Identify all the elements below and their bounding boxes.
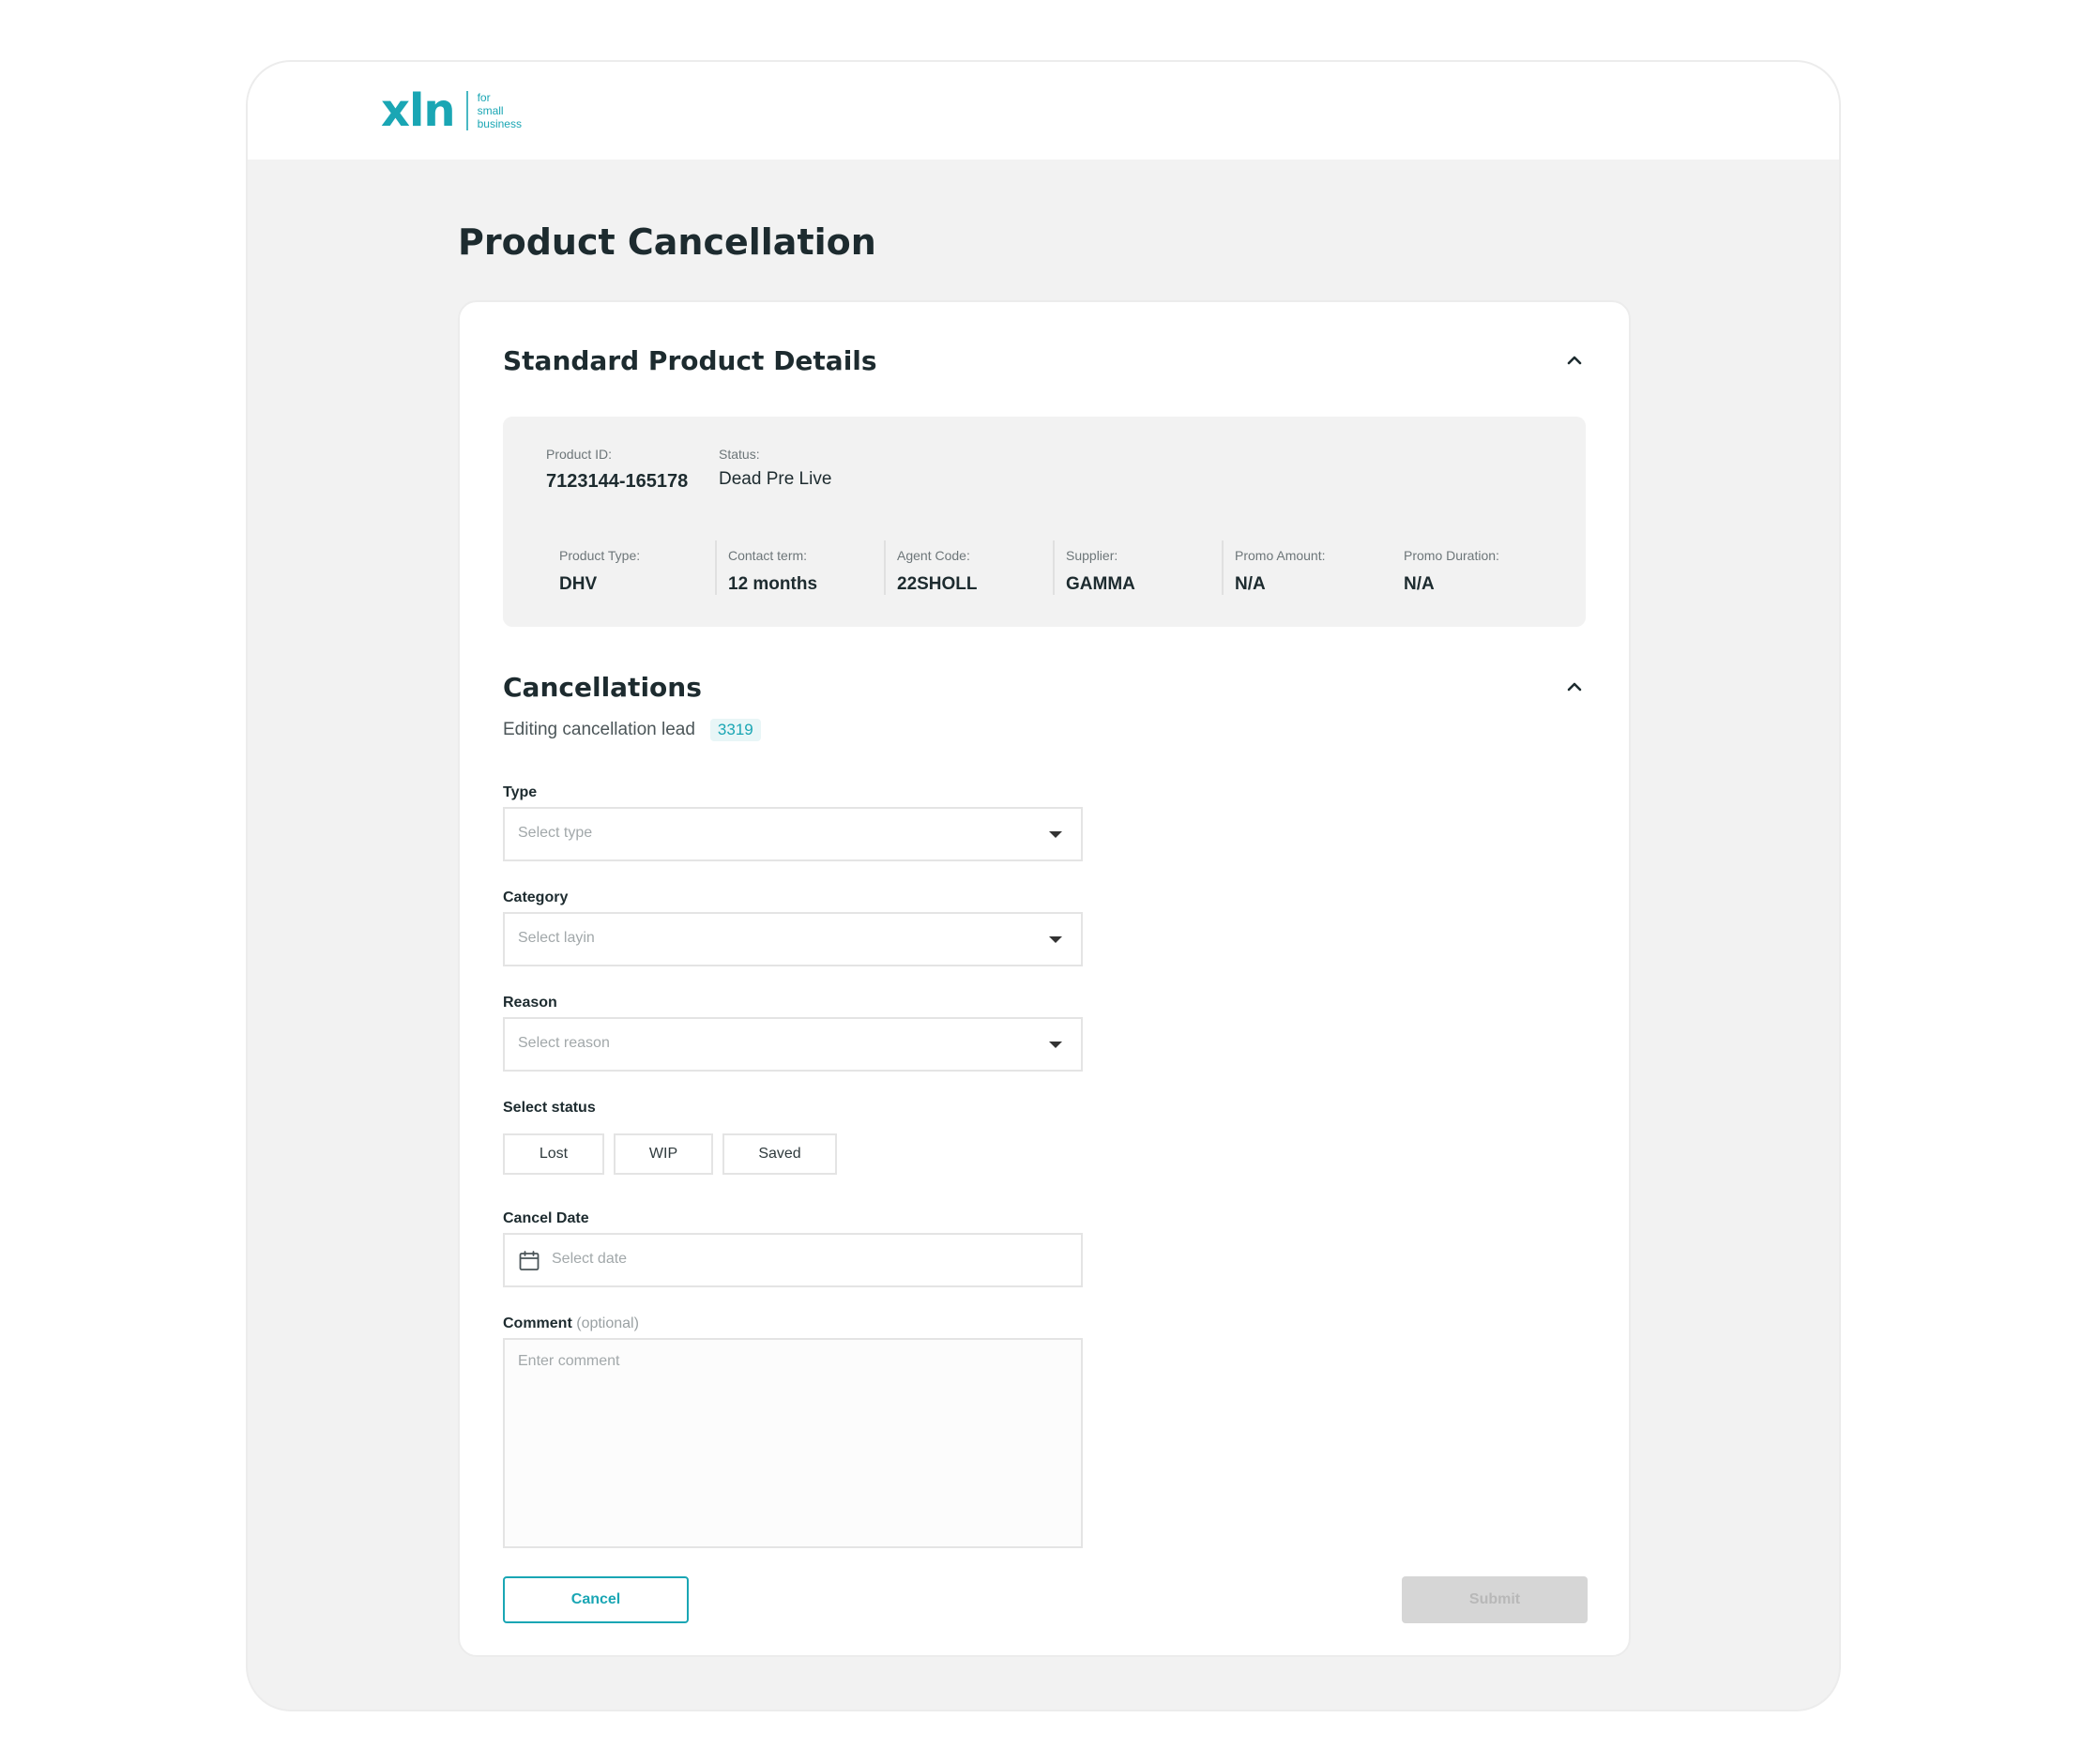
calendar-icon [519,1251,540,1270]
logo-tagline: for small business [478,91,522,130]
chevron-up-icon[interactable] [1563,676,1586,698]
cancel-date-label: Cancel Date [503,1210,589,1226]
caret-down-icon [1049,831,1062,838]
product-details-panel: Product ID: 7123144-165178 Status: Dead … [503,417,1586,627]
divider [884,540,886,595]
comment-label: Comment (optional) [503,1315,639,1332]
product-id-label: Product ID: [546,447,613,462]
supplier-value: GAMMA [1066,574,1135,594]
cancel-button[interactable]: Cancel [503,1576,689,1623]
logo-wordmark: xln [381,84,456,137]
chevron-up-icon[interactable] [1563,349,1586,372]
comment-textarea[interactable] [503,1338,1083,1548]
comment-label-text: Comment [503,1315,572,1331]
contact-term-label: Contact term: [728,548,808,563]
status-label: Status: [719,447,760,462]
promo-amount-label: Promo Amount: [1235,548,1326,563]
status-value: Dead Pre Live [719,469,832,489]
reason-select[interactable]: Select reason [503,1017,1083,1072]
promo-duration-value: N/A [1404,574,1435,594]
comment-optional-hint: (optional) [576,1315,639,1331]
lead-id-badge: 3319 [709,719,761,741]
divider [1053,540,1055,595]
caret-down-icon [1049,1042,1062,1048]
select-status-label: Select status [503,1100,596,1116]
divider [715,540,717,595]
type-select[interactable]: Select type [503,807,1083,861]
promo-amount-value: N/A [1235,574,1266,594]
type-placeholder: Select type [518,825,593,841]
cancellation-card: Standard Product Details Product ID: 712… [458,300,1631,1657]
cancel-date-placeholder: Select date [552,1251,628,1267]
cancellations-title: Cancellations [503,672,702,703]
promo-duration-label: Promo Duration: [1404,548,1499,563]
xln-logo[interactable]: xln for small business [381,86,522,135]
supplier-label: Supplier: [1066,548,1118,563]
submit-button[interactable]: Submit [1402,1576,1588,1623]
logo-tagline-line: business [477,117,522,130]
agent-code-label: Agent Code: [897,548,970,563]
product-type-value: DHV [559,574,598,594]
divider [1222,540,1224,595]
logo-tagline-line: small [477,104,504,117]
reason-label: Reason [503,995,557,1011]
type-label: Type [503,784,538,800]
logo-tagline-line: for [477,91,491,104]
product-type-label: Product Type: [559,548,641,563]
category-placeholder: Select layin [518,930,595,946]
reason-placeholder: Select reason [518,1035,610,1051]
editing-lead-text: Editing cancellation lead [503,720,695,739]
cancel-date-input[interactable]: Select date [503,1233,1083,1287]
category-label: Category [503,890,569,905]
status-option-lost[interactable]: Lost [503,1133,604,1175]
status-option-saved[interactable]: Saved [722,1133,837,1175]
top-bar: xln for small business [248,62,1839,160]
status-option-wip[interactable]: WIP [614,1133,713,1175]
editing-lead-line: Editing cancellation lead 3319 [503,719,761,741]
product-id-value: 7123144-165178 [546,471,689,492]
agent-code-value: 22SHOLL [897,574,978,594]
caret-down-icon [1049,936,1062,943]
standard-details-title: Standard Product Details [503,345,877,376]
contact-term-value: 12 months [728,574,818,594]
category-select[interactable]: Select layin [503,912,1083,966]
logo-divider [465,91,468,130]
app-window: xln for small business Product Cancellat… [246,60,1841,1711]
page-title: Product Cancellation [458,221,876,263]
